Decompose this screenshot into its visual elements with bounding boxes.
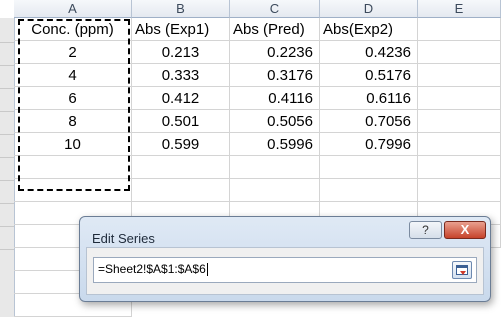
column-header-b[interactable]: B [132,0,230,18]
cell-c4[interactable]: 0.4116 [230,87,320,110]
empty-cell[interactable] [418,179,501,202]
cell-e3[interactable] [418,64,501,87]
empty-cell[interactable] [320,179,418,202]
cell-e4[interactable] [418,87,501,110]
cell-d5[interactable]: 0.7056 [320,110,418,133]
cell-e1[interactable] [418,18,501,41]
empty-cell[interactable] [14,179,132,202]
cell-a3[interactable]: 4 [14,64,132,87]
text-caret [206,263,208,277]
series-range-text: =Sheet2!$A$1:$A$6 [98,262,208,277]
column-header-e[interactable]: E [418,0,501,18]
cell-a2[interactable]: 2 [14,41,132,64]
cell-a4[interactable]: 6 [14,87,132,110]
cell-d2[interactable]: 0.4236 [320,41,418,64]
dialog-title: Edit Series [92,231,155,246]
series-range-input[interactable]: =Sheet2!$A$1:$A$6 [93,257,477,283]
left-window-edge [0,18,15,317]
cell-b6[interactable]: 0.599 [132,133,230,156]
cell-e5[interactable] [418,110,501,133]
edit-series-dialog: Edit Series ? X =Sheet2!$A$1:$A$6 [79,216,491,302]
cell-e2[interactable] [418,41,501,64]
cell-e6[interactable] [418,133,501,156]
cell-d6[interactable]: 0.7996 [320,133,418,156]
dialog-body: =Sheet2!$A$1:$A$6 [86,247,484,295]
column-header-c[interactable]: C [230,0,320,18]
cell-c5[interactable]: 0.5056 [230,110,320,133]
empty-cell[interactable] [132,179,230,202]
empty-cell[interactable] [14,156,132,179]
cell-c6[interactable]: 0.5996 [230,133,320,156]
cell-d1[interactable]: Abs(Exp2) [320,18,418,41]
empty-cell[interactable] [230,156,320,179]
empty-cell[interactable] [418,156,501,179]
empty-cell[interactable] [320,156,418,179]
cell-b5[interactable]: 0.501 [132,110,230,133]
column-header-d[interactable]: D [320,0,418,18]
close-button[interactable]: X [444,221,486,239]
cell-c2[interactable]: 0.2236 [230,41,320,64]
cell-a6[interactable]: 10 [14,133,132,156]
cell-d4[interactable]: 0.6116 [320,87,418,110]
cell-b4[interactable]: 0.412 [132,87,230,110]
cell-a1[interactable]: Conc. (ppm) [14,18,132,41]
cell-b2[interactable]: 0.213 [132,41,230,64]
cell-c3[interactable]: 0.3176 [230,64,320,87]
column-header-a[interactable]: A [14,0,132,18]
cell-a5[interactable]: 8 [14,110,132,133]
cell-b3[interactable]: 0.333 [132,64,230,87]
empty-cell[interactable] [132,156,230,179]
cell-d3[interactable]: 0.5176 [320,64,418,87]
cell-b1[interactable]: Abs (Exp1) [132,18,230,41]
empty-cell[interactable] [230,179,320,202]
cell-c1[interactable]: Abs (Pred) [230,18,320,41]
collapse-dialog-icon[interactable] [452,261,472,279]
help-button[interactable]: ? [409,221,442,239]
